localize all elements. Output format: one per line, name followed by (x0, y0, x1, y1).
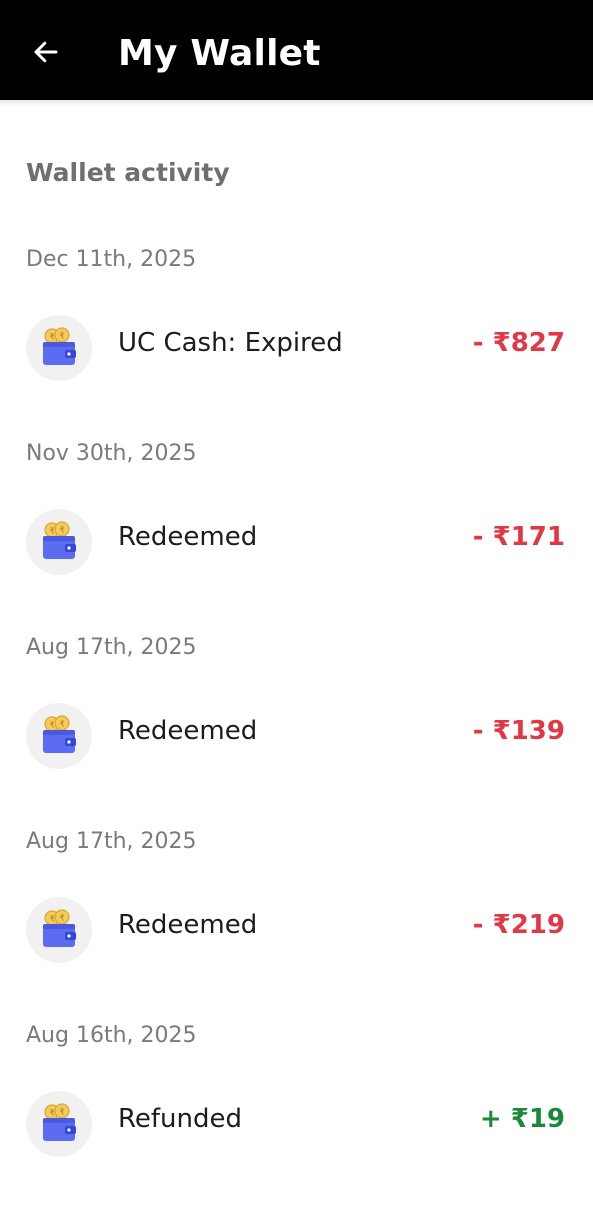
activity-group: Nov 30th, 2025 ₹ ₹ Redeemed - ₹171 (0, 429, 593, 623)
svg-text:₹: ₹ (60, 332, 65, 341)
svg-text:₹: ₹ (50, 721, 55, 730)
wallet-coins-icon: ₹ ₹ (26, 897, 92, 963)
wallet-coins-icon: ₹ ₹ (26, 703, 92, 769)
svg-text:₹: ₹ (60, 1108, 65, 1117)
page-title: My Wallet (118, 33, 321, 74)
activity-amount: - ₹827 (472, 328, 565, 358)
activity-group: Aug 17th, 2025 ₹ ₹ Redeemed - ₹139 (0, 623, 593, 817)
activity-amount: - ₹171 (472, 522, 565, 552)
activity-row[interactable]: ₹ ₹ Redeemed - ₹219 (0, 895, 593, 965)
activity-date: Dec 11th, 2025 (26, 247, 197, 272)
section-title: Wallet activity (26, 158, 230, 187)
activity-label: Redeemed (118, 716, 258, 746)
activity-row[interactable]: ₹ ₹ Redeemed - ₹171 (0, 507, 593, 577)
activity-list: Dec 11th, 2025 ₹ ₹ UC Cash: Expired - ₹8… (0, 235, 593, 1205)
app-bar: My Wallet (0, 0, 593, 100)
activity-date: Nov 30th, 2025 (26, 441, 197, 466)
wallet-coins-icon: ₹ ₹ (26, 315, 92, 381)
activity-label: Refunded (118, 1104, 243, 1134)
activity-group: Aug 16th, 2025 ₹ ₹ Refunded + ₹19 (0, 1011, 593, 1205)
activity-amount: + ₹19 (479, 1104, 565, 1134)
header-divider (0, 100, 593, 106)
activity-row[interactable]: ₹ ₹ Refunded + ₹19 (0, 1089, 593, 1159)
activity-group: Dec 11th, 2025 ₹ ₹ UC Cash: Expired - ₹8… (0, 235, 593, 429)
svg-text:₹: ₹ (60, 720, 65, 729)
activity-row[interactable]: ₹ ₹ Redeemed - ₹139 (0, 701, 593, 771)
activity-row[interactable]: ₹ ₹ UC Cash: Expired - ₹827 (0, 313, 593, 383)
activity-amount: - ₹219 (472, 910, 565, 940)
activity-label: Redeemed (118, 910, 258, 940)
svg-text:₹: ₹ (50, 1109, 55, 1118)
activity-date: Aug 17th, 2025 (26, 829, 197, 854)
svg-text:₹: ₹ (60, 914, 65, 923)
svg-text:₹: ₹ (50, 333, 55, 342)
back-button[interactable] (22, 28, 70, 76)
wallet-coins-icon: ₹ ₹ (26, 509, 92, 575)
svg-text:₹: ₹ (50, 915, 55, 924)
wallet-coins-icon: ₹ ₹ (26, 1091, 92, 1157)
svg-text:₹: ₹ (60, 526, 65, 535)
activity-date: Aug 17th, 2025 (26, 635, 197, 660)
arrow-left-icon (34, 41, 58, 63)
activity-group: Aug 17th, 2025 ₹ ₹ Redeemed - ₹219 (0, 817, 593, 1011)
activity-label: UC Cash: Expired (118, 328, 343, 358)
activity-date: Aug 16th, 2025 (26, 1023, 197, 1048)
svg-text:₹: ₹ (50, 527, 55, 536)
activity-label: Redeemed (118, 522, 258, 552)
activity-amount: - ₹139 (472, 716, 565, 746)
